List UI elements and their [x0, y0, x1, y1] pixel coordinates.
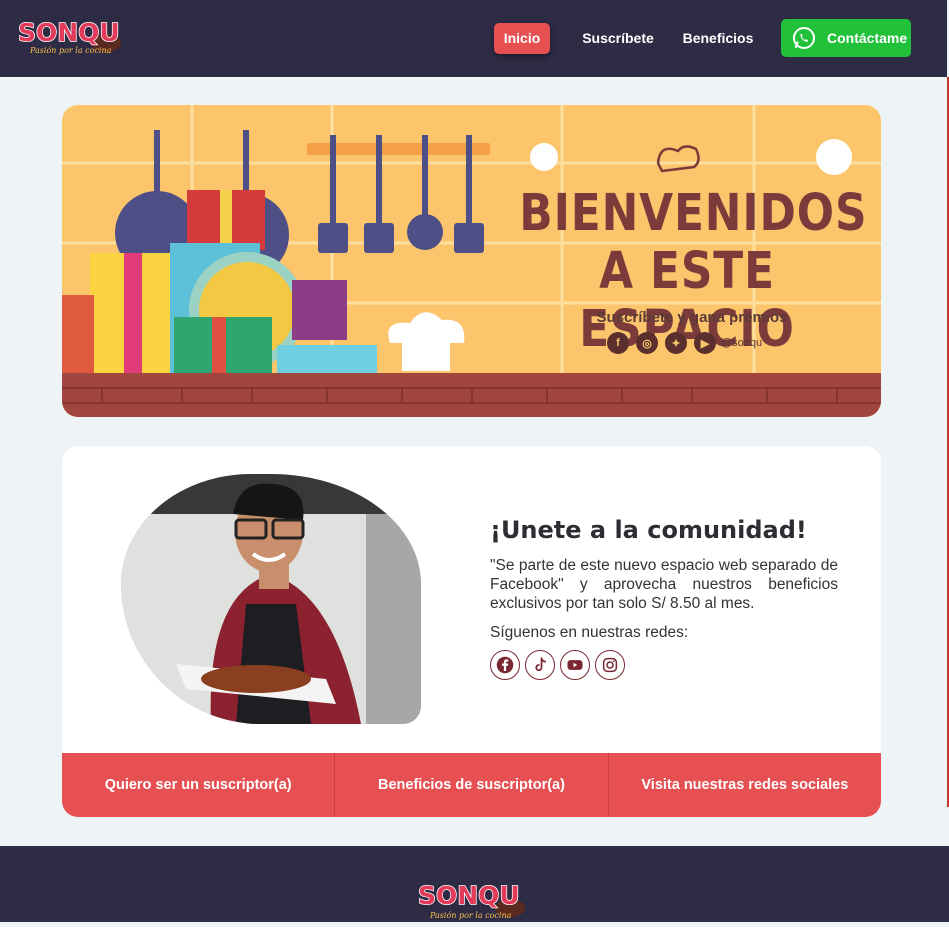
- banner-handle: @sonqu: [721, 337, 763, 349]
- whatsapp-icon: [793, 27, 815, 49]
- banner-title-line1: BIENVENIDOS: [519, 184, 868, 243]
- youtube-icon[interactable]: [560, 650, 590, 680]
- community-card: ¡Unete a la comunidad! "Se parte de este…: [62, 446, 881, 817]
- follow-label: Síguenos en nuestras redes:: [490, 624, 689, 641]
- svg-text:Pasión por la cocina: Pasión por la cocina: [429, 911, 512, 920]
- banner-social-row: f ◎ ✦ ▶ @sonqu: [607, 332, 762, 354]
- tiktok-icon[interactable]: [525, 650, 555, 680]
- top-navbar: SONQU Pasión por la cocina Inicio Suscrí…: [0, 0, 947, 77]
- svg-text:SONQU: SONQU: [418, 881, 520, 910]
- visit-social-button[interactable]: Visita nuestras redes sociales: [607, 753, 881, 817]
- footer-logo[interactable]: SONQU Pasión por la cocina: [416, 878, 528, 922]
- subscriber-benefits-button[interactable]: Beneficios de suscriptor(a): [334, 753, 607, 817]
- welcome-banner: BIENVENIDOS A ESTE ESPACIO Suscríbete y …: [62, 105, 881, 417]
- community-description: "Se parte de este nuevo espacio web sepa…: [490, 557, 838, 612]
- footer: SONQU Pasión por la cocina: [0, 846, 949, 922]
- banner-youtube-icon: ▶: [694, 332, 716, 354]
- social-links: [490, 650, 625, 680]
- svg-text:Pasión por la cocina: Pasión por la cocina: [29, 46, 112, 55]
- banner-instagram-icon: ◎: [636, 332, 658, 354]
- banner-twitter-icon: ✦: [665, 332, 687, 354]
- instagram-icon[interactable]: [595, 650, 625, 680]
- facebook-icon[interactable]: [490, 650, 520, 680]
- banner-facebook-icon: f: [607, 332, 629, 354]
- contact-label: Contáctame: [827, 30, 908, 46]
- svg-text:SONQU: SONQU: [18, 18, 120, 47]
- banner-subtitle: Suscríbete y gana premios: [596, 309, 788, 326]
- become-subscriber-button[interactable]: Quiero ser un suscriptor(a): [62, 753, 334, 817]
- chef-photo: [121, 474, 421, 724]
- contact-whatsapp-button[interactable]: Contáctame: [781, 19, 911, 57]
- community-heading: ¡Unete a la comunidad!: [490, 516, 807, 544]
- nav-suscribete[interactable]: Suscríbete: [576, 23, 660, 54]
- sonqu-logo[interactable]: SONQU Pasión por la cocina: [16, 15, 124, 57]
- action-bar: Quiero ser un suscriptor(a) Beneficios d…: [62, 753, 881, 817]
- nav-beneficios[interactable]: Beneficios: [680, 23, 756, 54]
- nav-inicio[interactable]: Inicio: [494, 23, 550, 54]
